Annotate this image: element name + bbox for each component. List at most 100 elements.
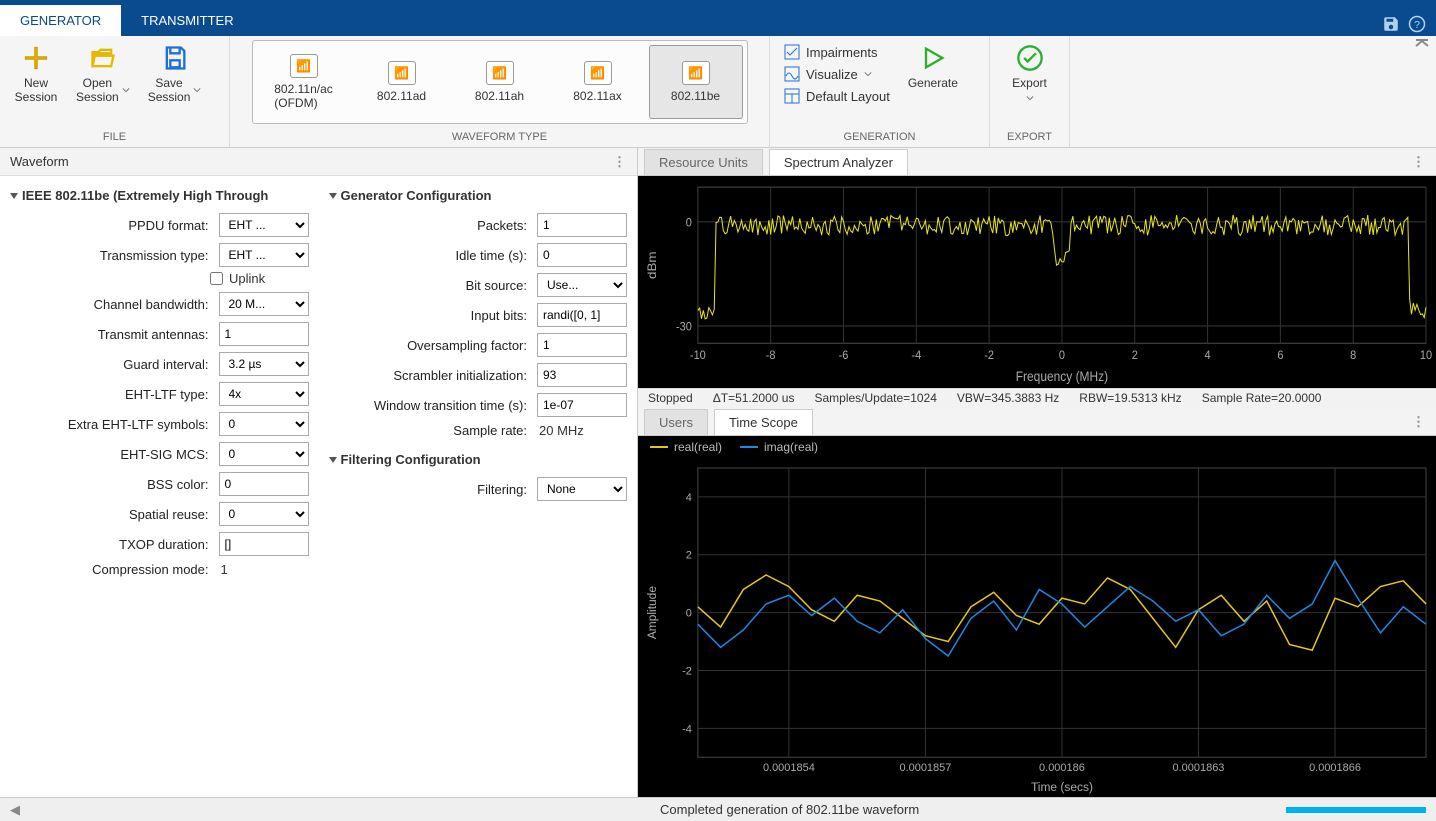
scrambler-init-input[interactable] — [537, 363, 627, 387]
waveform-80211ad[interactable]: 📶 802.11ad — [355, 45, 449, 119]
txop-duration-label: TXOP duration: — [10, 537, 219, 552]
chevron-down-icon — [122, 86, 130, 94]
guard-interval-label: Guard interval: — [10, 357, 219, 372]
save-icon[interactable] — [1382, 15, 1400, 36]
eht-ltf-type-select[interactable]: 4x — [219, 382, 309, 406]
waveform-80211nac[interactable]: 📶 802.11n/ac(OFDM) — [257, 45, 351, 119]
bss-color-input[interactable] — [219, 472, 309, 496]
section-ieee80211be[interactable]: IEEE 802.11be (Extremely High Through — [10, 188, 309, 203]
section-filtering-config[interactable]: Filtering Configuration — [329, 452, 628, 467]
svg-text:-2: -2 — [984, 348, 994, 362]
uplink-checkbox[interactable] — [210, 272, 223, 285]
open-session-button[interactable]: OpenSession — [70, 40, 136, 109]
panel-menu-icon[interactable]: ⋮ — [1412, 414, 1426, 430]
section-generator-config[interactable]: Generator Configuration — [329, 188, 628, 203]
svg-text:0.000186: 0.000186 — [1039, 762, 1085, 774]
wifi-icon: 📶 — [584, 61, 612, 85]
packets-input[interactable] — [537, 213, 627, 237]
waveform-80211ah[interactable]: 📶 802.11ah — [453, 45, 547, 119]
ribbon-group-generation-label: GENERATION — [770, 129, 989, 147]
wifi-icon: 📶 — [290, 54, 318, 78]
tab-resource-units[interactable]: Resource Units — [644, 149, 763, 175]
ppdu-format-select[interactable]: EHT ... — [219, 213, 309, 237]
filtering-label: Filtering: — [329, 482, 538, 497]
tab-transmitter[interactable]: TRANSMITTER — [121, 5, 253, 36]
txop-duration-input[interactable] — [219, 532, 309, 556]
panel-menu-icon[interactable]: ⋮ — [1412, 154, 1426, 170]
packets-label: Packets: — [329, 218, 538, 233]
svg-text:0.0001854: 0.0001854 — [763, 762, 815, 774]
export-button[interactable]: Export — [1002, 40, 1058, 106]
eht-ltf-type-label: EHT-LTF type: — [10, 387, 219, 402]
collapse-ribbon-icon[interactable] — [1414, 36, 1430, 51]
eht-sig-mcs-label: EHT-SIG MCS: — [10, 447, 219, 462]
filtering-select[interactable]: None — [537, 477, 627, 501]
new-session-button[interactable]: NewSession — [8, 40, 64, 109]
scrambler-init-label: Scrambler initialization: — [329, 368, 538, 383]
chevron-down-icon — [193, 86, 201, 94]
oversampling-label: Oversampling factor: — [329, 338, 538, 353]
save-session-button[interactable]: SaveSession — [142, 40, 208, 109]
svg-text:-2: -2 — [682, 665, 692, 677]
eht-sig-mcs-select[interactable]: 0 — [219, 442, 309, 466]
plus-icon — [22, 44, 50, 72]
bit-source-select[interactable]: Use... — [537, 273, 627, 297]
svg-text:2: 2 — [686, 550, 692, 562]
channel-bandwidth-select[interactable]: 20 M... — [219, 292, 309, 316]
spatial-reuse-select[interactable]: 0 — [219, 502, 309, 526]
ribbon-group-file-label: FILE — [0, 129, 229, 147]
idle-time-input[interactable] — [537, 243, 627, 267]
visualize-icon — [784, 66, 800, 82]
help-icon[interactable]: ? — [1408, 15, 1426, 36]
panel-menu-icon[interactable]: ⋮ — [613, 154, 627, 170]
svg-text:-10: -10 — [690, 348, 706, 362]
extra-eht-ltf-select[interactable]: 0 — [219, 412, 309, 436]
compression-mode-label: Compression mode: — [10, 562, 219, 577]
nav-back-icon[interactable]: ◀ — [10, 802, 20, 818]
input-bits-label: Input bits: — [329, 308, 538, 323]
impairments-icon — [784, 44, 800, 60]
svg-text:0: 0 — [686, 607, 692, 619]
generate-button[interactable]: Generate — [902, 40, 964, 94]
tab-users[interactable]: Users — [644, 409, 708, 435]
timescope-legend: real(real) imag(real) — [638, 436, 1436, 458]
visualize-button[interactable]: Visualize — [778, 64, 896, 84]
waveform-80211ax[interactable]: 📶 802.11ax — [551, 45, 645, 119]
svg-text:6: 6 — [1277, 348, 1283, 362]
tab-generator[interactable]: GENERATOR — [0, 5, 121, 36]
layout-icon — [784, 88, 800, 104]
floppy-icon — [161, 44, 189, 72]
bss-color-label: BSS color: — [10, 477, 219, 492]
extra-eht-ltf-label: Extra EHT-LTF symbols: — [10, 417, 219, 432]
sample-rate-label: Sample rate: — [329, 423, 538, 438]
window-transition-label: Window transition time (s): — [329, 398, 538, 413]
transmit-antennas-label: Transmit antennas: — [10, 327, 219, 342]
uplink-label: Uplink — [229, 271, 265, 286]
wifi-icon: 📶 — [388, 61, 416, 85]
transmission-type-select[interactable]: EHT ... — [219, 243, 309, 267]
oversampling-input[interactable] — [537, 333, 627, 357]
svg-text:0.0001857: 0.0001857 — [899, 762, 951, 774]
svg-text:Amplitude: Amplitude — [645, 586, 659, 640]
waveform-80211be[interactable]: 📶 802.11be — [649, 45, 743, 119]
svg-text:-4: -4 — [911, 348, 921, 362]
transmit-antennas-input[interactable] — [219, 322, 309, 346]
default-layout-button[interactable]: Default Layout — [778, 86, 896, 106]
waveform-type-selector: 📶 802.11n/ac(OFDM) 📶 802.11ad 📶 802.11ah… — [252, 40, 748, 124]
impairments-button[interactable]: Impairments — [778, 42, 896, 62]
svg-text:4: 4 — [686, 492, 692, 504]
spectrum-chart: -300-10-8-6-4-20246810Frequency (MHz)dBm — [638, 176, 1436, 388]
tab-spectrum-analyzer[interactable]: Spectrum Analyzer — [769, 149, 908, 175]
spatial-reuse-label: Spatial reuse: — [10, 507, 219, 522]
progress-bar — [1286, 807, 1426, 813]
sample-rate-value: 20 MHz — [537, 423, 627, 438]
svg-text:10: 10 — [1420, 348, 1433, 362]
tab-time-scope[interactable]: Time Scope — [714, 409, 813, 435]
guard-interval-select[interactable]: 3.2 µs — [219, 352, 309, 376]
legend-swatch-imag — [740, 446, 758, 448]
svg-text:Time (secs): Time (secs) — [1031, 780, 1093, 794]
triangle-down-icon — [10, 193, 18, 199]
window-transition-input[interactable] — [537, 393, 627, 417]
input-bits-input[interactable] — [537, 303, 627, 327]
compression-mode-value: 1 — [219, 562, 309, 577]
